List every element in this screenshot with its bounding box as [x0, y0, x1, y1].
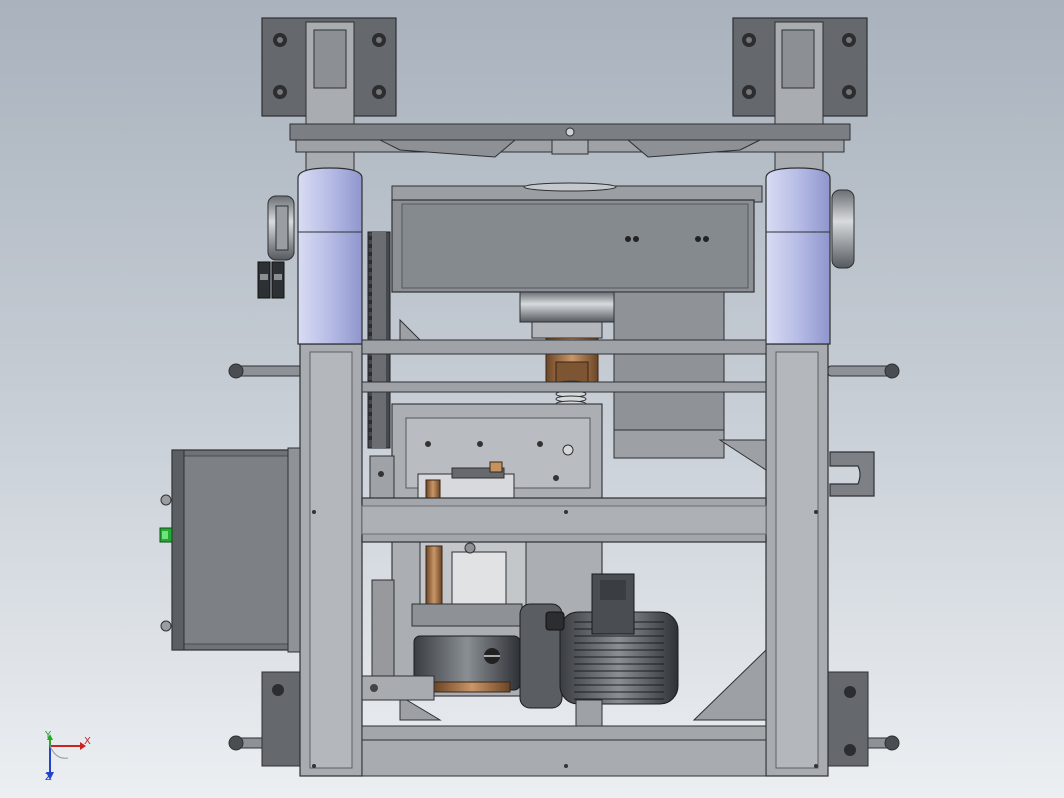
- left-stepped-plates: [369, 455, 395, 677]
- fork-bracket: [829, 451, 875, 497]
- left-frame-post: [299, 343, 363, 777]
- left-pivot-arm: [267, 167, 363, 345]
- top-cross-plate: [289, 123, 851, 158]
- assembly-drawing: [46, 17, 900, 780]
- bottom-left-bracket: [261, 671, 303, 767]
- cad-viewport[interactable]: X Y Z: [0, 0, 1064, 798]
- right-pivot-arm: [765, 167, 855, 345]
- clamp-jaw: [411, 461, 527, 627]
- z-axis-label: Z: [45, 772, 52, 783]
- right-frame-post: [765, 343, 829, 777]
- control-box: [160, 447, 301, 653]
- sensor-connectors: [257, 261, 285, 299]
- upper-gearbox-housing: [391, 182, 763, 293]
- middle-cross-beam: [361, 497, 767, 543]
- coordinate-triad: [46, 734, 86, 780]
- bottom-right-bracket: [827, 671, 869, 767]
- y-axis-label: Y: [45, 730, 52, 741]
- x-axis-label: X: [84, 736, 91, 747]
- indicator-light-icon: [159, 527, 173, 543]
- vertical-housing-block: [613, 291, 725, 459]
